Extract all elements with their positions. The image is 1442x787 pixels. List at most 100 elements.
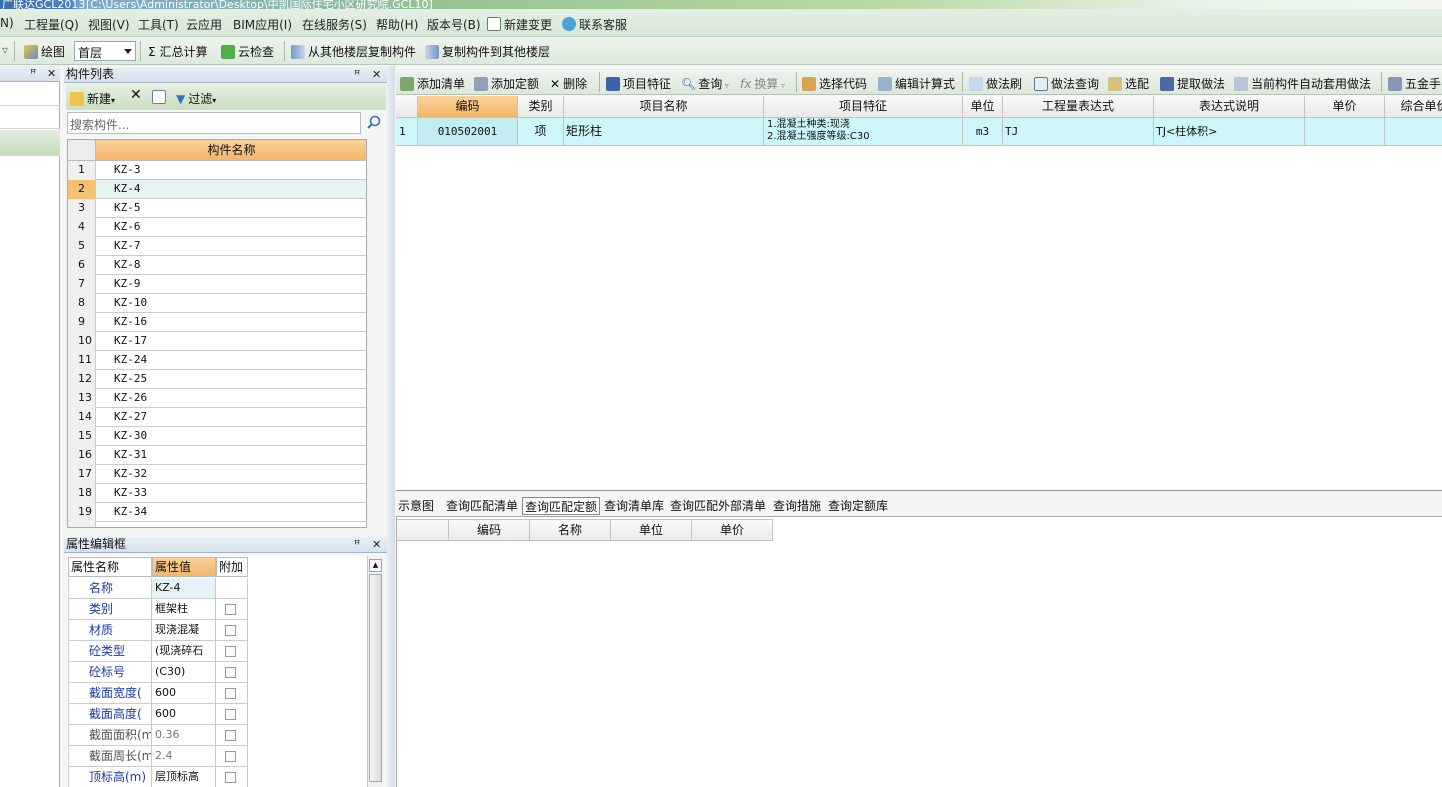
menu-item-partial[interactable]: N) bbox=[0, 16, 14, 30]
summary-calc-button[interactable]: Σ 汇总计算 bbox=[148, 43, 208, 60]
draw-button[interactable]: 绘图 bbox=[24, 43, 65, 60]
component-search-input[interactable]: 搜索构件... bbox=[67, 112, 361, 134]
bill-header-type[interactable]: 类别 bbox=[518, 96, 564, 118]
bill-header-total-price[interactable]: 综合单价 bbox=[1385, 96, 1442, 118]
property-value[interactable]: 0.36 bbox=[152, 725, 216, 746]
convert-button[interactable]: fx 换算 ▿ bbox=[740, 75, 785, 92]
bill-cell-code[interactable]: 010502001 bbox=[418, 118, 518, 146]
extra-checkbox[interactable] bbox=[225, 709, 236, 720]
bill-header-expression-desc[interactable]: 表达式说明 bbox=[1154, 96, 1305, 118]
property-value[interactable]: KZ-4 bbox=[152, 578, 216, 599]
extra-checkbox[interactable] bbox=[225, 730, 236, 741]
bill-header-feature[interactable]: 项目特征 bbox=[764, 96, 963, 118]
quota-header-code[interactable]: 编码 bbox=[449, 519, 530, 541]
property-value[interactable]: 600 bbox=[152, 683, 216, 704]
bill-header-price[interactable]: 单价 bbox=[1305, 96, 1385, 118]
component-row[interactable]: 6 KZ-8 bbox=[68, 256, 366, 275]
component-row[interactable]: 3 KZ-5 bbox=[68, 199, 366, 218]
component-row[interactable]: 17 KZ-32 bbox=[68, 465, 366, 484]
tab-quota-library[interactable]: 查询定额库 bbox=[828, 497, 888, 514]
component-row[interactable]: 19 KZ-34 bbox=[68, 503, 366, 522]
component-row[interactable]: 8 KZ-10 bbox=[68, 294, 366, 313]
extra-checkbox[interactable] bbox=[225, 688, 236, 699]
quota-header-unit[interactable]: 单位 bbox=[611, 519, 692, 541]
bill-header-unit[interactable]: 单位 bbox=[963, 96, 1003, 118]
property-value[interactable]: 600 bbox=[152, 704, 216, 725]
auto-apply-button[interactable]: 当前构件自动套用做法 bbox=[1234, 75, 1371, 92]
edit-formula-button[interactable]: 编辑计算式 bbox=[878, 75, 955, 92]
bill-header-code[interactable]: 编码 bbox=[418, 96, 518, 118]
extra-checkbox[interactable] bbox=[225, 625, 236, 636]
component-row-partial[interactable] bbox=[68, 522, 366, 527]
component-row[interactable]: 9 KZ-16 bbox=[68, 313, 366, 332]
bill-cell-expression-desc[interactable]: TJ<柱体积> bbox=[1154, 118, 1305, 146]
add-quota-button[interactable]: 添加定额 bbox=[474, 75, 539, 92]
bill-cell-unit[interactable]: m3 bbox=[963, 118, 1003, 146]
tab-bill-library[interactable]: 查询清单库 bbox=[604, 497, 664, 514]
extra-checkbox[interactable] bbox=[225, 667, 236, 678]
add-bill-button[interactable]: 添加清单 bbox=[400, 75, 465, 92]
scroll-up-icon[interactable]: ▲ bbox=[369, 559, 382, 572]
delete-component-button[interactable]: ✕ bbox=[130, 87, 142, 103]
bill-header-name[interactable]: 项目名称 bbox=[564, 96, 764, 118]
bill-header-expression[interactable]: 工程量表达式 bbox=[1003, 96, 1154, 118]
bill-cell-price[interactable] bbox=[1305, 118, 1385, 146]
component-name-column-header[interactable]: 构件名称 bbox=[96, 140, 366, 161]
property-value[interactable]: 2.4 bbox=[152, 746, 216, 767]
component-row[interactable]: 2 KZ-4 bbox=[68, 180, 366, 199]
filter-button[interactable]: ▼ 过滤▾ bbox=[176, 90, 216, 107]
extra-checkbox[interactable] bbox=[225, 604, 236, 615]
item-feature-button[interactable]: 项目特征 bbox=[606, 75, 671, 92]
copy-component-button[interactable] bbox=[152, 90, 169, 104]
tab-external-bill[interactable]: 查询匹配外部清单 bbox=[670, 497, 766, 514]
extract-method-button[interactable]: 提取做法 bbox=[1160, 75, 1225, 92]
tab-diagram[interactable]: 示意图 bbox=[398, 497, 434, 514]
menu-item-view[interactable]: 视图(V) bbox=[88, 16, 130, 33]
cloud-check-button[interactable]: 云检查 bbox=[221, 43, 274, 60]
menu-item-support[interactable]: 联系客服 bbox=[562, 16, 627, 33]
navigation-group-header[interactable] bbox=[0, 130, 60, 156]
tab-match-quota[interactable]: 查询匹配定额 bbox=[522, 497, 601, 515]
tab-measures[interactable]: 查询措施 bbox=[773, 497, 821, 514]
component-row[interactable]: 4 KZ-6 bbox=[68, 218, 366, 237]
toolbar-overflow-icon[interactable]: ▿ bbox=[2, 43, 8, 57]
pin-icon[interactable]: ꟸ bbox=[354, 537, 360, 552]
bill-cell-feature[interactable]: 1.混凝土种类:现浇 2.混凝土强度等级:C30 bbox=[764, 118, 963, 146]
property-value[interactable]: (现浇碎石 bbox=[152, 641, 216, 662]
copy-to-floor-button[interactable]: 复制构件到其他楼层 bbox=[425, 43, 550, 60]
menu-item-cloud[interactable]: 云应用 bbox=[186, 16, 222, 33]
bill-cell-expression[interactable]: TJ bbox=[1003, 118, 1154, 146]
component-row[interactable]: 18 KZ-33 bbox=[68, 484, 366, 503]
component-row[interactable]: 12 KZ-25 bbox=[68, 370, 366, 389]
component-row[interactable]: 16 KZ-31 bbox=[68, 446, 366, 465]
bill-cell-name[interactable]: 矩形柱 bbox=[564, 118, 764, 146]
menu-item-quantity[interactable]: 工程量(Q) bbox=[24, 16, 79, 33]
pin-icon[interactable]: ꟸ bbox=[30, 66, 36, 81]
floor-select[interactable]: 首层 bbox=[74, 41, 136, 61]
scroll-thumb[interactable] bbox=[369, 574, 382, 782]
new-component-button[interactable]: 新建▾ bbox=[70, 90, 115, 107]
property-grid-scrollbar[interactable]: ▲ bbox=[367, 556, 382, 787]
tab-match-bill[interactable]: 查询匹配清单 bbox=[446, 497, 518, 514]
pin-icon[interactable]: ꟸ bbox=[354, 67, 360, 82]
search-icon[interactable] bbox=[365, 114, 383, 132]
hardware-button[interactable]: 五金手 bbox=[1388, 75, 1441, 92]
bill-cell-type[interactable]: 项 bbox=[518, 118, 564, 146]
navigation-row[interactable] bbox=[0, 107, 60, 129]
delete-button[interactable]: ✕ 删除 bbox=[550, 75, 587, 92]
menu-item-version[interactable]: 版本号(B) bbox=[427, 16, 481, 33]
extra-checkbox[interactable] bbox=[225, 772, 236, 783]
close-icon[interactable]: ✕ bbox=[47, 66, 56, 81]
close-icon[interactable]: ✕ bbox=[372, 67, 381, 82]
method-brush-button[interactable]: 做法刷 bbox=[969, 75, 1022, 92]
extra-checkbox[interactable] bbox=[225, 646, 236, 657]
property-value[interactable]: 层顶标高 bbox=[152, 767, 216, 787]
panel-splitter[interactable] bbox=[387, 66, 395, 787]
quota-header-price[interactable]: 单价 bbox=[692, 519, 773, 541]
select-code-button[interactable]: 选择代码 bbox=[802, 75, 867, 92]
extra-checkbox[interactable] bbox=[225, 751, 236, 762]
bill-row-number[interactable]: 1 bbox=[396, 118, 418, 146]
component-row[interactable]: 14 KZ-27 bbox=[68, 408, 366, 427]
component-row[interactable]: 7 KZ-9 bbox=[68, 275, 366, 294]
query-button[interactable]: 🔍︎ 查询 ▿ bbox=[681, 75, 729, 92]
